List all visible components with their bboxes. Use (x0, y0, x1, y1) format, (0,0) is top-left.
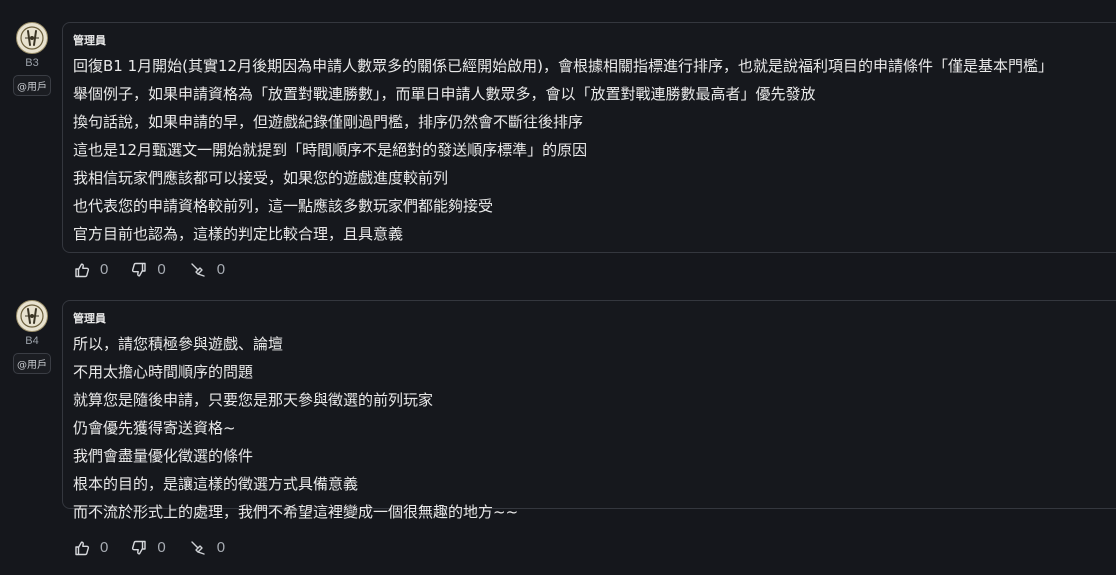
admin-avatar-icon[interactable] (16, 300, 48, 332)
post-line: 換句話說，如果申請的早，但遊戲紀錄僅剛過門檻，排序仍然會不斷往後排序 (73, 113, 584, 131)
admin-avatar-icon[interactable] (16, 22, 48, 54)
post-body: 回復B1 1月開始(其實12月後期因為申請人數眾多的關係已經開始啟用)，會根據相… (73, 52, 1053, 248)
dislike-count: 0 (157, 539, 166, 556)
pin-icon (190, 540, 205, 555)
pin-button[interactable]: 0 (189, 261, 225, 278)
author-name[interactable]: 管理員 (73, 310, 106, 326)
dislike-button[interactable]: 0 (131, 539, 166, 556)
mention-user-button[interactable]: @用戶 (13, 353, 51, 374)
like-button[interactable]: 0 (74, 539, 108, 556)
author-name[interactable]: 管理員 (73, 32, 106, 48)
post-line: 不用太擔心時間順序的問題 (73, 363, 254, 381)
like-button[interactable]: 0 (74, 261, 108, 278)
dislike-count: 0 (157, 261, 166, 278)
dislike-button[interactable]: 0 (131, 261, 166, 278)
post-line: 我相信玩家們應該都可以接受，如果您的遊戲進度較前列 (73, 169, 449, 187)
post-line: 就算您是隨後申請，只要您是那天參與徵選的前列玩家 (73, 391, 434, 409)
post-line: 官方目前也認為，這樣的判定比較合理，且具意義 (73, 225, 404, 243)
post-line: 我們會盡量優化徵選的條件 (73, 447, 254, 465)
post-line: 回復B1 1月開始(其實12月後期因為申請人數眾多的關係已經開始啟用)，會根據相… (73, 57, 1053, 75)
like-count: 0 (100, 539, 109, 556)
post-line: 所以，請您積極參與遊戲、論壇 (73, 335, 284, 353)
floor-number: B3 (25, 57, 39, 69)
thumbs-down-icon (132, 262, 147, 277)
pin-icon (190, 262, 205, 277)
post-author-column: B4 @用戶 (10, 300, 54, 374)
post-line: 舉個例子，如果申請資格為「放置對戰連勝數」，而單日申請人數眾多，會以「放置對戰連… (73, 85, 816, 103)
post-bubble: 管理員 回復B1 1月開始(其實12月後期因為申請人數眾多的關係已經開始啟用)，… (62, 22, 1116, 253)
post-author-column: B3 @用戶 (10, 22, 54, 96)
post-line: 而不流於形式上的處理，我們不希望這裡變成一個很無趣的地方~~ (73, 503, 519, 521)
post-line: 也代表您的申請資格較前列，這一點應該多數玩家們都能夠接受 (73, 197, 494, 215)
pin-count: 0 (216, 539, 226, 556)
post-actions: 0 0 0 (74, 539, 248, 556)
mention-user-button[interactable]: @用戶 (13, 75, 51, 96)
post-line: 根本的目的，是讓這樣的徵選方式具備意義 (73, 475, 359, 493)
floor-number: B4 (25, 335, 39, 347)
pin-count: 0 (216, 261, 226, 278)
post-actions: 0 0 0 (74, 261, 248, 278)
post-bubble: 管理員 所以，請您積極參與遊戲、論壇 不用太擔心時間順序的問題 就算您是隨後申請… (62, 300, 1116, 521)
pin-button[interactable]: 0 (189, 539, 225, 556)
post-line: 仍會優先獲得寄送資格~ (73, 419, 236, 437)
post-body: 所以，請您積極參與遊戲、論壇 不用太擔心時間順序的問題 就算您是隨後申請，只要您… (73, 330, 518, 526)
like-count: 0 (100, 261, 109, 278)
thumbs-down-icon (132, 540, 147, 555)
thumbs-up-icon (75, 540, 90, 555)
thumbs-up-icon (75, 262, 90, 277)
post-line: 這也是12月甄選文一開始就提到「時間順序不是絕對的發送順序標準」的原因 (73, 141, 588, 159)
